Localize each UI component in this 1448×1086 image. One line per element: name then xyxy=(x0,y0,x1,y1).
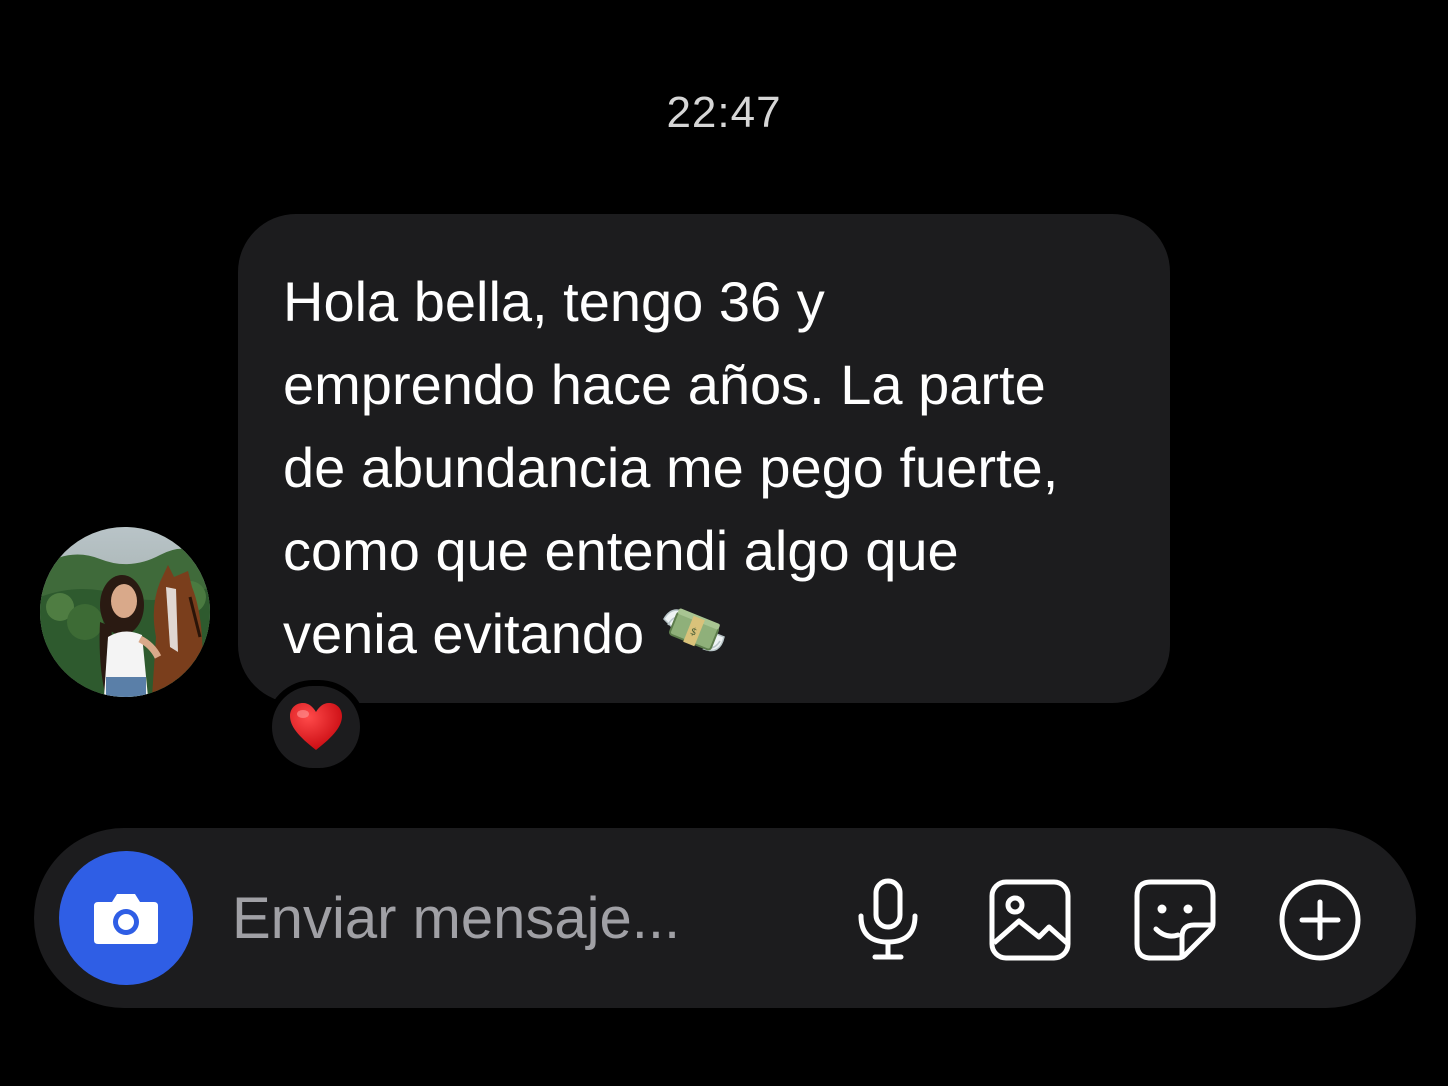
message-text: Hola bella, tengo 36 y emprendo hace año… xyxy=(283,260,1130,683)
gallery-button[interactable] xyxy=(986,876,1074,964)
microphone-button[interactable] xyxy=(844,876,932,964)
camera-icon xyxy=(94,894,158,944)
message-timestamp: 22:47 xyxy=(666,88,782,137)
sender-avatar[interactable] xyxy=(40,527,210,697)
dm-thread-screen: 22:47 Hola bella, tengo 36 y emprendo ha… xyxy=(0,0,1448,1086)
incoming-message-bubble[interactable]: Hola bella, tengo 36 y emprendo hace año… xyxy=(238,214,1170,703)
heart-reaction[interactable] xyxy=(266,680,366,774)
image-icon xyxy=(989,879,1071,961)
message-composer: Enviar mensaje... xyxy=(34,828,1416,1008)
message-input[interactable]: Enviar mensaje... xyxy=(232,886,680,952)
plus-circle-icon xyxy=(1279,879,1361,961)
red-heart-emoji xyxy=(290,703,342,750)
microphone-icon xyxy=(858,878,918,960)
sticker-button[interactable] xyxy=(1131,876,1219,964)
camera-button[interactable] xyxy=(59,851,193,985)
money-with-wings-emoji: $ xyxy=(658,597,730,683)
sticker-icon xyxy=(1134,879,1216,961)
add-button[interactable] xyxy=(1276,876,1364,964)
avatar-photo xyxy=(40,527,210,697)
